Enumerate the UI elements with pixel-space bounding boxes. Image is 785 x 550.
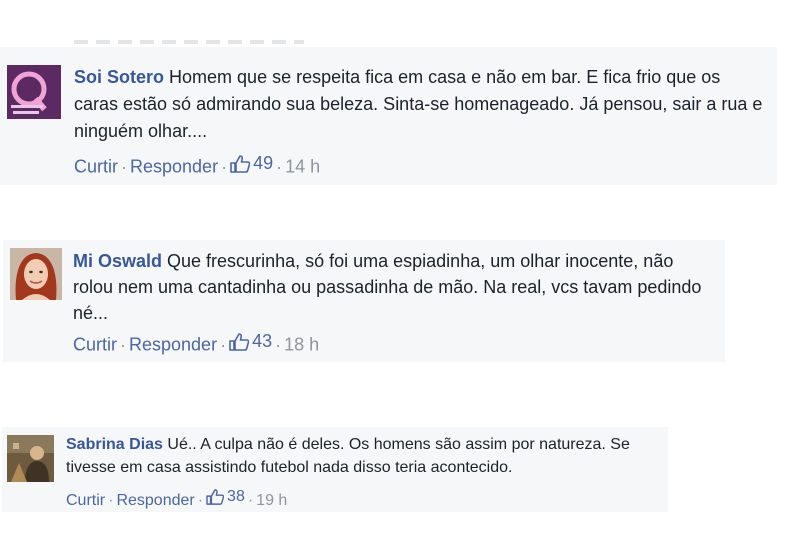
- separator-dot: ·: [108, 492, 114, 509]
- comment-body: Sabrina Dias Ué.. A culpa não é deles. O…: [66, 433, 666, 479]
- reply-link[interactable]: Responder: [130, 157, 218, 177]
- comment-actions: Curtir · Responder · 43 · 18 h: [73, 331, 319, 356]
- cropped-previous-content: [74, 40, 304, 44]
- thumbs-up-icon: [206, 489, 225, 505]
- comment-body: Soi Sotero Homem que se respeita fica em…: [74, 64, 764, 145]
- comment-actions: Curtir · Responder · 38 · 19 h: [66, 488, 287, 510]
- timestamp[interactable]: 14 h: [285, 157, 320, 177]
- like-count[interactable]: 49: [230, 153, 273, 174]
- reply-link[interactable]: Responder: [116, 492, 194, 509]
- avatar[interactable]: [7, 65, 61, 119]
- separator-dot: ·: [197, 492, 204, 509]
- like-link[interactable]: Curtir: [66, 492, 105, 509]
- thumbs-up-icon: [229, 332, 250, 351]
- separator-dot: ·: [247, 492, 254, 509]
- purple-logo-avatar-icon: [7, 65, 61, 119]
- like-link[interactable]: Curtir: [74, 157, 118, 177]
- comment-text: Homem que se respeita fica em casa e não…: [74, 67, 763, 141]
- thumbs-up-icon: [230, 154, 251, 173]
- comment-body: Mi Oswald Que frescurinha, só foi uma es…: [73, 248, 713, 326]
- comment-text: Que frescurinha, só foi uma espiadinha, …: [73, 251, 702, 323]
- timestamp[interactable]: 19 h: [256, 492, 287, 509]
- separator-dot: ·: [220, 334, 227, 355]
- photo-avatar-icon: [7, 435, 54, 482]
- comment-item: Sabrina Dias Ué.. A culpa não é deles. O…: [2, 427, 668, 512]
- like-count-value: 43: [252, 331, 273, 351]
- reply-link[interactable]: Responder: [129, 335, 217, 355]
- comment-item: Soi Sotero Homem que se respeita fica em…: [0, 47, 777, 185]
- timestamp[interactable]: 18 h: [284, 335, 319, 355]
- avatar[interactable]: [7, 435, 54, 482]
- separator-dot: ·: [275, 334, 282, 355]
- comment-item: Mi Oswald Que frescurinha, só foi uma es…: [3, 240, 725, 362]
- comment-author[interactable]: Soi Sotero: [74, 67, 164, 87]
- redhead-avatar-icon: [10, 248, 62, 300]
- like-count-value: 49: [253, 153, 274, 173]
- like-count[interactable]: 43: [229, 331, 272, 352]
- like-count[interactable]: 38: [206, 488, 245, 506]
- avatar[interactable]: [10, 248, 62, 300]
- comment-author[interactable]: Mi Oswald: [73, 251, 162, 271]
- separator-dot: ·: [276, 156, 283, 177]
- separator-dot: ·: [121, 156, 127, 177]
- separator-dot: ·: [120, 334, 126, 355]
- comment-author[interactable]: Sabrina Dias: [66, 436, 163, 453]
- like-count-value: 38: [227, 488, 245, 505]
- comment-actions: Curtir · Responder · 49 · 14 h: [74, 153, 320, 178]
- like-link[interactable]: Curtir: [73, 335, 117, 355]
- separator-dot: ·: [221, 156, 228, 177]
